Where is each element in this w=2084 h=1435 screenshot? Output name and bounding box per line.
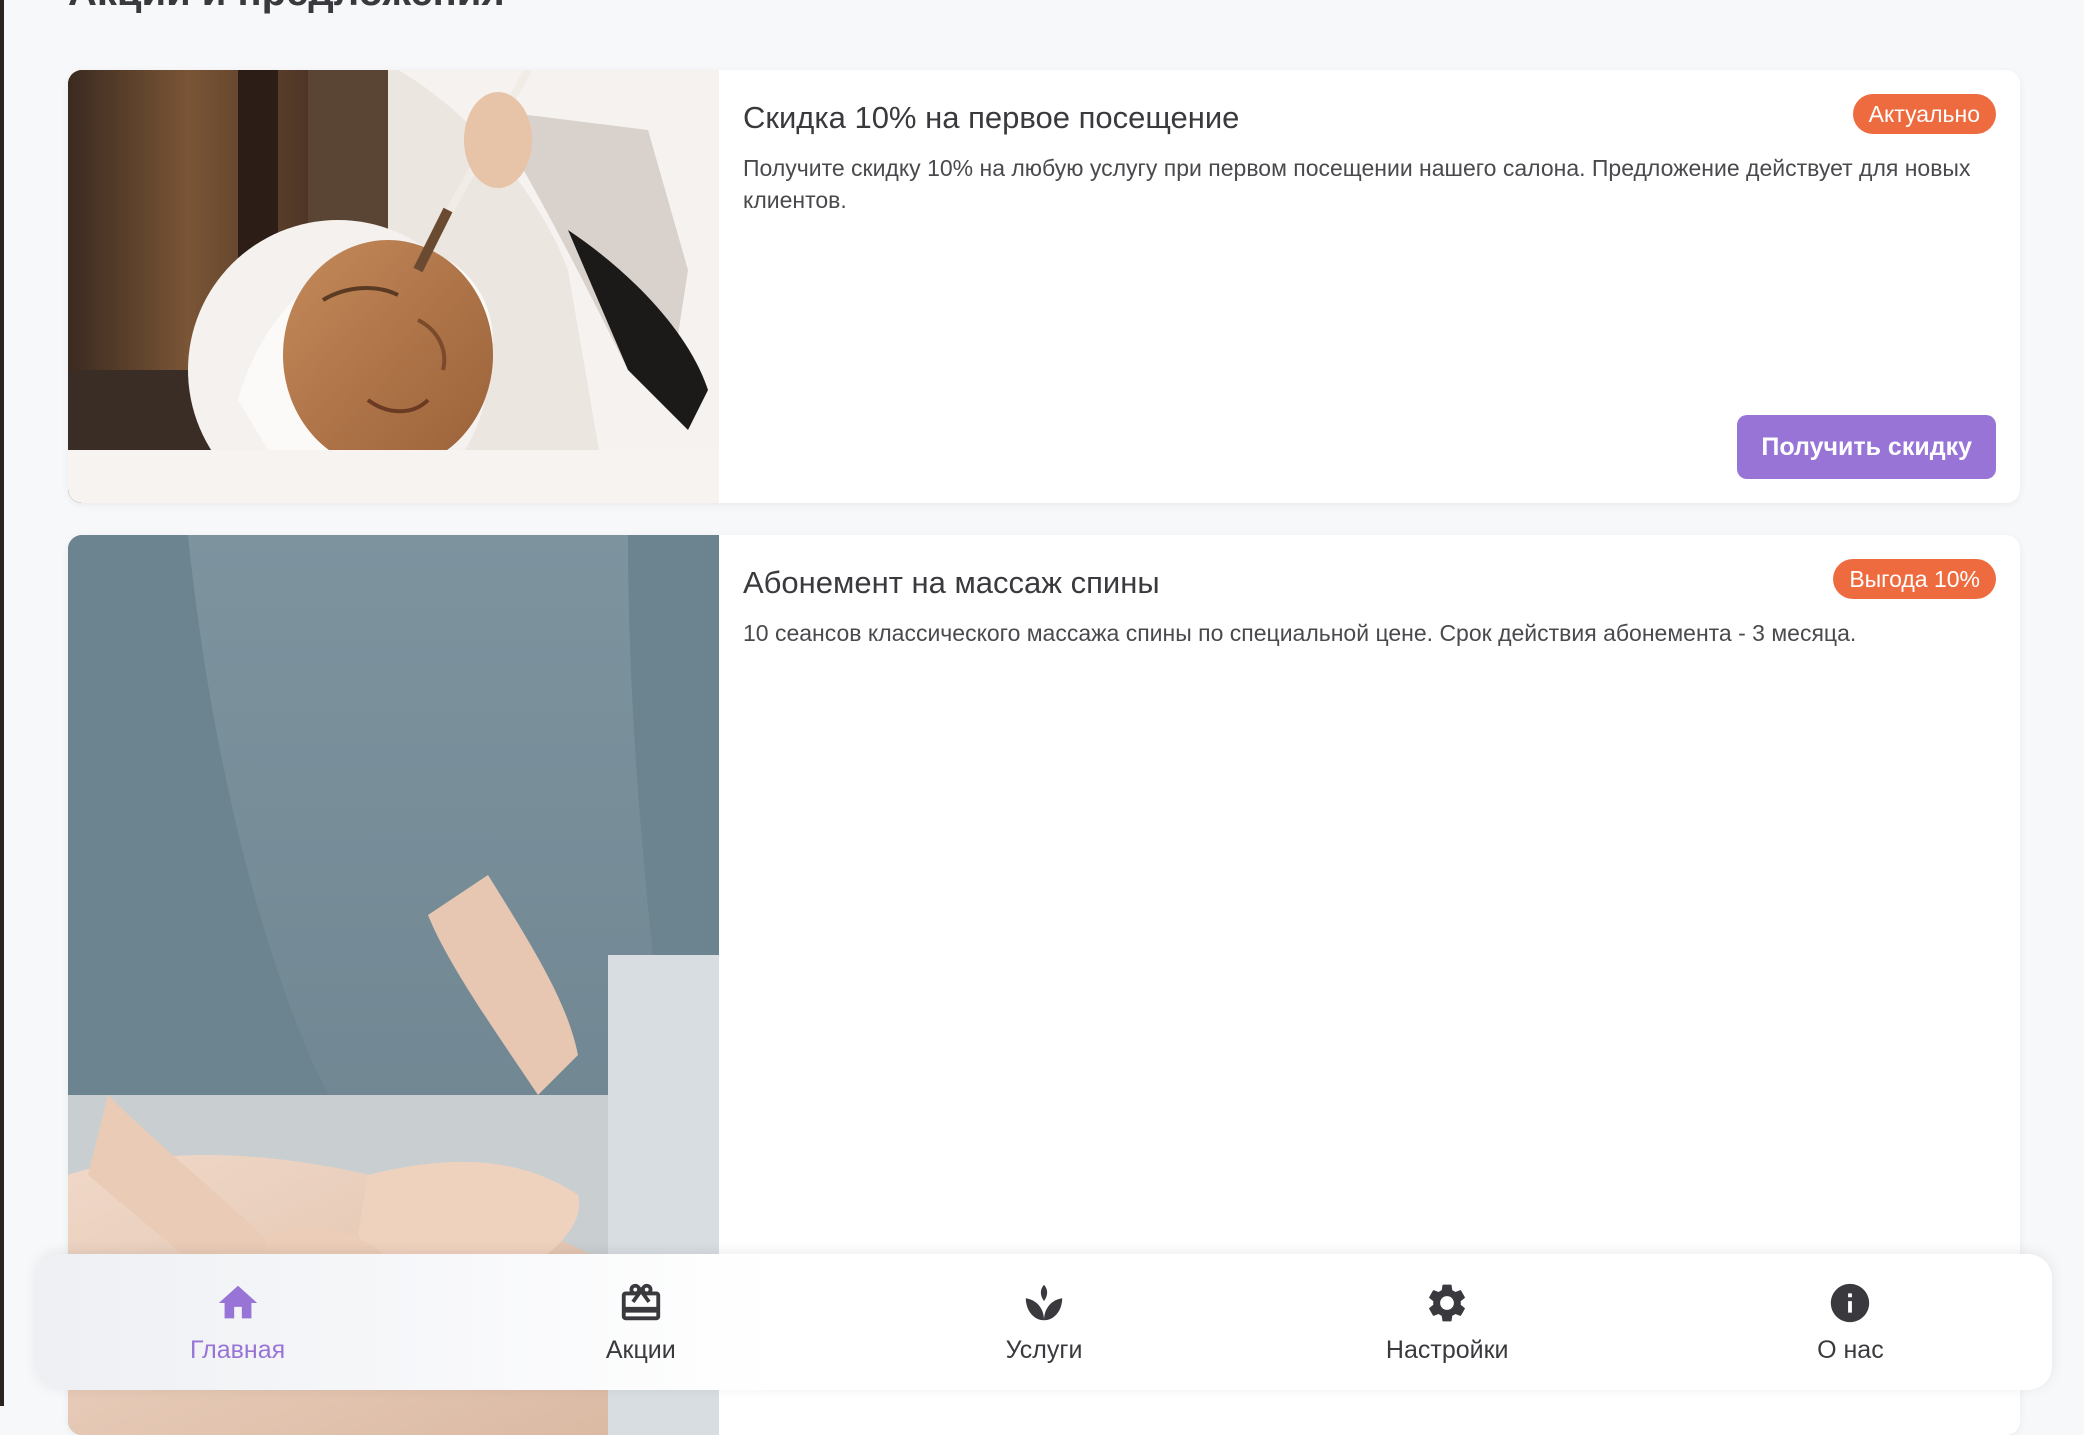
nav-label: Настройки <box>1385 1335 1509 1364</box>
get-discount-button[interactable]: Получить скидку <box>1737 415 1996 479</box>
promotion-title: Абонемент на массаж спины <box>743 565 1160 600</box>
promotion-title: Скидка 10% на первое посещение <box>743 100 1240 135</box>
nav-item-settings[interactable]: Настройки <box>1246 1254 1649 1390</box>
nav-label: Акции <box>605 1335 676 1364</box>
bottom-navigation: Главная Акции Услуги Настройки О нас <box>36 1254 2052 1390</box>
gift-icon <box>621 1283 660 1320</box>
promotion-image-facial <box>68 70 719 503</box>
window-edge <box>0 0 4 1406</box>
promotion-description: 10 сеансов классического массажа спины п… <box>743 620 1857 646</box>
nav-item-promotions[interactable]: Акции <box>439 1254 842 1390</box>
page-title: Акции и предложения <box>68 0 505 15</box>
nav-label: Услуги <box>1005 1335 1083 1364</box>
info-icon <box>1831 1283 1870 1322</box>
promotion-description: Получите скидку 10% на любую услугу при … <box>743 155 1971 213</box>
status-badge: Выгода 10% <box>1833 559 1996 599</box>
gear-icon <box>1429 1284 1466 1321</box>
facial-mask-photo-icon <box>68 70 719 503</box>
nav-item-about[interactable]: О нас <box>1649 1254 2052 1390</box>
nav-label: Главная <box>190 1335 286 1364</box>
status-badge: Актуально <box>1852 94 1996 134</box>
home-icon <box>218 1285 257 1318</box>
promotion-card: Скидка 10% на первое посещение Получите … <box>68 70 2020 503</box>
nav-item-services[interactable]: Услуги <box>842 1254 1245 1390</box>
spa-icon <box>1025 1284 1063 1320</box>
nav-item-home[interactable]: Главная <box>36 1254 439 1390</box>
nav-label: О нас <box>1817 1335 1884 1364</box>
